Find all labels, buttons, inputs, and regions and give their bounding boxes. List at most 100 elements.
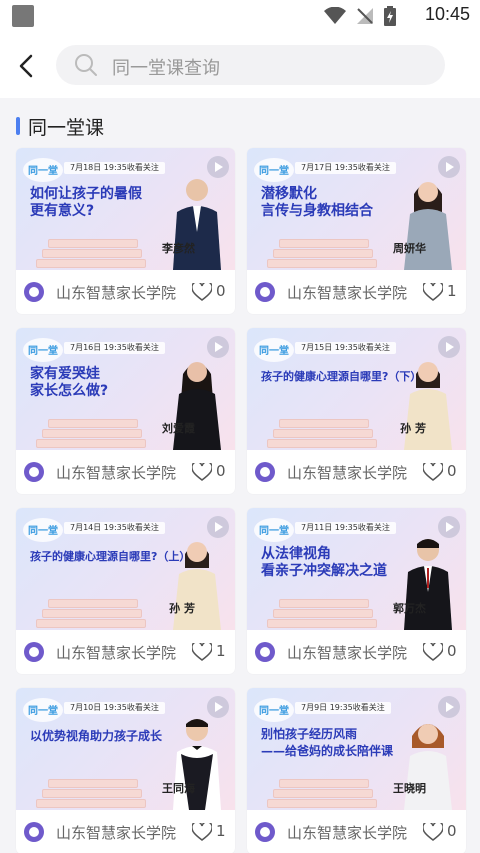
broadcast-date: 7月17日 19:35收看关注 — [295, 162, 396, 174]
course-card[interactable]: 同一堂 7月10日 19:35收看关注 以优势视角助力孩子成长 王同海 山东智慧… — [16, 688, 235, 853]
broadcast-date: 7月16日 19:35收看关注 — [64, 342, 165, 354]
card-footer: 山东智慧家长学院 0 — [247, 630, 466, 674]
svg-text:同一堂: 同一堂 — [28, 164, 58, 177]
books-illustration — [36, 770, 156, 810]
org-name: 山东智慧家长学院 — [56, 464, 177, 482]
svg-text:同一堂: 同一堂 — [259, 344, 289, 357]
like-count: 0 — [447, 822, 457, 840]
program-logo-icon: 同一堂 — [23, 158, 63, 182]
card-footer: 山东智慧家长学院 0 — [247, 810, 466, 853]
course-headline: 家有爱哭娃 家长怎么做? — [30, 366, 109, 399]
speaker-name: 刘爱霞 — [162, 422, 195, 435]
course-card[interactable]: 同一堂 7月16日 19:35收看关注 家有爱哭娃 家长怎么做? 刘爱霞 山东智… — [16, 328, 235, 494]
course-headline: 孩子的健康心理源自哪里?（下） — [261, 370, 422, 383]
svg-text:同一堂: 同一堂 — [28, 344, 58, 357]
speaker-name: 王晓明 — [393, 782, 426, 795]
section-accent-bar — [16, 117, 20, 135]
course-thumbnail: 同一堂 7月16日 19:35收看关注 家有爱哭娃 家长怎么做? 刘爱霞 — [16, 328, 235, 450]
heart-icon[interactable] — [192, 643, 212, 661]
svg-text:同一堂: 同一堂 — [28, 524, 58, 537]
like-count: 0 — [216, 282, 226, 300]
status-icons — [324, 6, 396, 26]
course-headline: 如何让孩子的暑假 更有意义? — [30, 186, 142, 219]
heart-icon[interactable] — [423, 823, 443, 841]
books-illustration — [267, 770, 387, 810]
battery-icon — [384, 6, 396, 26]
card-footer: 山东智慧家长学院 0 — [16, 450, 235, 494]
books-illustration — [36, 230, 156, 270]
course-headline: 孩子的健康心理源自哪里?（上） — [30, 550, 191, 563]
broadcast-date: 7月15日 19:35收看关注 — [295, 342, 396, 354]
org-logo-icon — [24, 822, 44, 842]
books-illustration — [267, 410, 387, 450]
course-thumbnail: 同一堂 7月11日 19:35收看关注 从法律视角 看亲子冲突解决之道 郭万杰 — [247, 508, 466, 630]
org-logo-icon — [24, 642, 44, 662]
status-time: 10:45 — [424, 4, 470, 24]
speaker-name: 孙 芳 — [400, 422, 426, 435]
broadcast-date: 7月10日 19:35收看关注 — [64, 702, 165, 714]
course-thumbnail: 同一堂 7月15日 19:35收看关注 孩子的健康心理源自哪里?（下） 孙 芳 — [247, 328, 466, 450]
course-thumbnail: 同一堂 7月18日 19:35收看关注 如何让孩子的暑假 更有意义? 李彦然 — [16, 148, 235, 270]
course-thumbnail: 同一堂 7月10日 19:35收看关注 以优势视角助力孩子成长 王同海 — [16, 688, 235, 810]
wifi-icon — [324, 7, 346, 24]
course-card[interactable]: 同一堂 7月11日 19:35收看关注 从法律视角 看亲子冲突解决之道 郭万杰 … — [247, 508, 466, 674]
books-illustration — [36, 410, 156, 450]
like-count: 1 — [216, 642, 226, 660]
app-header: 同一堂课查询 — [0, 32, 480, 98]
svg-text:同一堂: 同一堂 — [28, 704, 58, 717]
card-footer: 山东智慧家长学院 0 — [247, 450, 466, 494]
chevron-left-icon — [19, 54, 33, 78]
program-logo-icon: 同一堂 — [23, 698, 63, 722]
books-illustration — [267, 230, 387, 270]
like-count: 1 — [447, 282, 457, 300]
heart-icon[interactable] — [423, 283, 443, 301]
program-logo-icon: 同一堂 — [23, 338, 63, 362]
svg-text:同一堂: 同一堂 — [259, 704, 289, 717]
heart-icon[interactable] — [192, 283, 212, 301]
course-headline: 从法律视角 看亲子冲突解决之道 — [261, 546, 387, 579]
org-logo-icon — [24, 282, 44, 302]
course-headline: 别怕孩子经历风雨 ——给爸妈的成长陪伴课 — [261, 727, 394, 758]
course-card[interactable]: 同一堂 7月9日 19:35收看关注 别怕孩子经历风雨 ——给爸妈的成长陪伴课 … — [247, 688, 466, 853]
heart-icon[interactable] — [423, 463, 443, 481]
like-count: 0 — [216, 462, 226, 480]
speaker-name: 王同海 — [162, 782, 195, 795]
search-input[interactable]: 同一堂课查询 — [56, 45, 445, 85]
org-logo-icon — [255, 282, 275, 302]
svg-text:同一堂: 同一堂 — [259, 524, 289, 537]
org-name: 山东智慧家长学院 — [287, 824, 408, 842]
heart-icon[interactable] — [423, 643, 443, 661]
svg-text:同一堂: 同一堂 — [259, 164, 289, 177]
section-title: 同一堂课 — [28, 116, 105, 139]
heart-icon[interactable] — [192, 823, 212, 841]
program-logo-icon: 同一堂 — [254, 518, 294, 542]
speaker-name: 孙 芳 — [169, 602, 195, 615]
course-card[interactable]: 同一堂 7月14日 19:35收看关注 孩子的健康心理源自哪里?（上） 孙 芳 … — [16, 508, 235, 674]
course-headline: 潜移默化 言传与身教相结合 — [261, 186, 373, 219]
heart-icon[interactable] — [192, 463, 212, 481]
speaker-name: 李彦然 — [162, 242, 195, 255]
back-button[interactable] — [10, 50, 42, 82]
broadcast-date: 7月14日 19:35收看关注 — [64, 522, 165, 534]
org-name: 山东智慧家长学院 — [56, 644, 177, 662]
program-logo-icon: 同一堂 — [254, 698, 294, 722]
broadcast-date: 7月9日 19:35收看关注 — [295, 702, 391, 714]
course-thumbnail: 同一堂 7月14日 19:35收看关注 孩子的健康心理源自哪里?（上） 孙 芳 — [16, 508, 235, 630]
broadcast-date: 7月18日 19:35收看关注 — [64, 162, 165, 174]
card-footer: 山东智慧家长学院 0 — [16, 270, 235, 314]
org-logo-icon — [255, 642, 275, 662]
program-logo-icon: 同一堂 — [23, 518, 63, 542]
like-count: 0 — [447, 462, 457, 480]
org-logo-icon — [255, 462, 275, 482]
course-card[interactable]: 同一堂 7月17日 19:35收看关注 潜移默化 言传与身教相结合 周妍华 山东… — [247, 148, 466, 314]
like-count: 1 — [216, 822, 226, 840]
broadcast-date: 7月11日 19:35收看关注 — [295, 522, 396, 534]
search-placeholder: 同一堂课查询 — [112, 58, 220, 79]
course-card[interactable]: 同一堂 7月15日 19:35收看关注 孩子的健康心理源自哪里?（下） 孙 芳 … — [247, 328, 466, 494]
books-illustration — [36, 590, 156, 630]
program-logo-icon: 同一堂 — [254, 338, 294, 362]
notification-icon — [12, 5, 34, 27]
like-count: 0 — [447, 642, 457, 660]
speaker-name: 郭万杰 — [393, 602, 426, 615]
course-card[interactable]: 同一堂 7月18日 19:35收看关注 如何让孩子的暑假 更有意义? 李彦然 山… — [16, 148, 235, 314]
